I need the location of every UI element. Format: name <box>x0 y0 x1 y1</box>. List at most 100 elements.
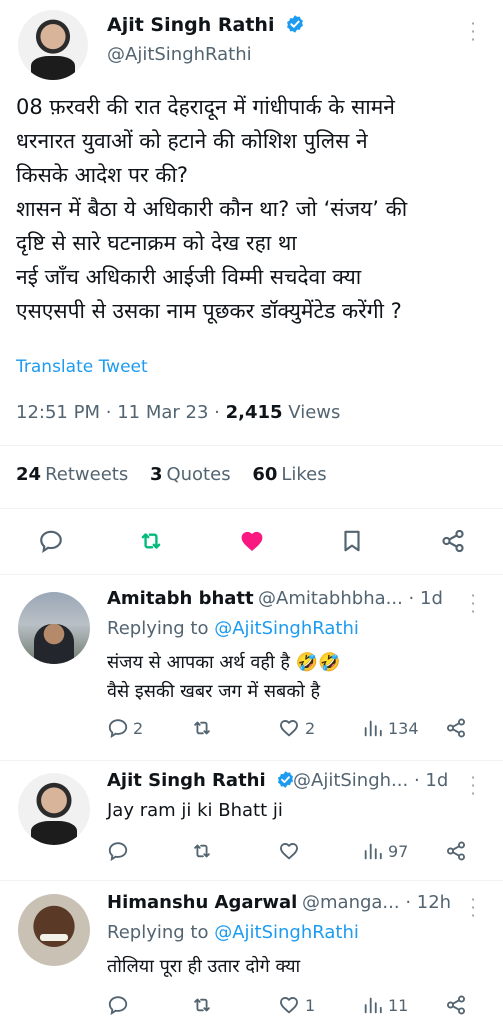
replying-to: Replying to @AjitSinghRathi <box>107 922 359 943</box>
views-count: 97 <box>388 841 409 861</box>
avatar[interactable] <box>18 894 90 966</box>
replying-to: Replying to @AjitSinghRathi <box>107 618 359 639</box>
reply-icon <box>40 530 62 554</box>
heart-icon <box>280 720 298 737</box>
tweet-date[interactable]: 11 Mar 23 <box>117 402 208 423</box>
reply-author-name[interactable]: Ajit Singh Rathi <box>107 770 295 791</box>
reply-text-line: तोलिया पूरा ही उतार दोगे क्या <box>107 956 301 977</box>
reply-button[interactable] <box>107 840 129 862</box>
heart-icon <box>280 843 298 860</box>
replying-to-mention[interactable]: @AjitSinghRathi <box>214 618 359 639</box>
like-button[interactable] <box>238 528 266 554</box>
reply-age[interactable]: · 1d <box>414 770 448 791</box>
like-count: 1 <box>305 995 316 1015</box>
quotes-count: 3 <box>149 464 163 485</box>
retweet-button[interactable] <box>190 994 214 1016</box>
views-count: 134 <box>388 718 419 738</box>
bookmark-button[interactable] <box>339 528 365 554</box>
share-icon <box>447 841 465 861</box>
replying-to-mention[interactable]: @AjitSinghRathi <box>214 922 359 943</box>
reply-icon <box>108 996 128 1016</box>
avatar[interactable] <box>18 10 88 80</box>
retweets-count: 24 <box>16 464 42 485</box>
tweet-stats: 24 Retweets 3 Quotes 60 Likes <box>16 464 327 485</box>
like-button[interactable]: 1 <box>277 994 315 1016</box>
reply-age[interactable]: · 12h <box>405 892 451 913</box>
tweet-text-line: 08 फ़रवरी की रात देहरादून में गांधीपार्क… <box>16 95 395 119</box>
share-button[interactable] <box>440 528 466 554</box>
reply-icon <box>108 842 128 862</box>
handle-text[interactable]: @Amitabhbha... <box>258 588 403 609</box>
reply-text-line: संजय से आपका अर्थ वही है 🤣🤣 <box>107 652 341 673</box>
tweet-text-line: दृष्टि से सारे घटनाक्रम को देख रहा था <box>16 231 297 255</box>
retweet-icon <box>194 844 210 858</box>
replying-prefix: Replying to <box>107 922 215 943</box>
more-options-icon[interactable]: · · · <box>470 892 476 924</box>
verified-badge-icon <box>287 15 304 33</box>
author-name-text: Ajit Singh Rathi <box>107 14 275 36</box>
avatar[interactable] <box>18 592 90 664</box>
views-bars-icon <box>364 997 382 1014</box>
heart-icon <box>280 997 298 1014</box>
share-button[interactable] <box>445 994 467 1016</box>
avatar[interactable] <box>18 773 90 845</box>
likes-label: Likes <box>281 464 327 485</box>
tweet-text-line: शासन में बैठा ये अधिकारी कौन था? जो ‘संज… <box>16 197 408 221</box>
reply-author-handle: @AjitSingh... · 1d <box>293 770 448 791</box>
reply-author-name[interactable]: Amitabh bhatt <box>107 588 254 609</box>
retweets-label: Retweets <box>45 464 129 485</box>
reply-button[interactable] <box>38 528 64 554</box>
views-bars-icon <box>364 843 382 860</box>
divider <box>0 574 503 575</box>
handle-text[interactable]: @manga... <box>302 892 400 913</box>
handle-text[interactable]: @AjitSingh... <box>293 770 408 791</box>
likes-stat[interactable]: 60 Likes <box>252 464 326 485</box>
translate-tweet-link[interactable]: Translate Tweet <box>16 357 148 377</box>
retweet-icon <box>141 533 161 549</box>
like-button[interactable]: 2 <box>277 717 315 739</box>
retweet-button[interactable] <box>190 840 214 862</box>
like-button[interactable] <box>277 840 301 862</box>
tweet-text-line: नई जाँच अधिकारी आईजी विम्मी सचदेवा क्या <box>16 265 362 289</box>
author-name[interactable]: Ajit Singh Rathi <box>107 14 305 36</box>
views-button[interactable]: 11 <box>362 994 408 1016</box>
tweet-text: 08 फ़रवरी की रात देहरादून में गांधीपार्क… <box>16 90 496 328</box>
views-bars-icon <box>364 720 382 737</box>
divider <box>0 760 503 761</box>
reply-age[interactable]: · 1d <box>409 588 443 609</box>
reply-text-line: Jay ram ji ki Bhatt ji <box>107 800 283 821</box>
like-count: 2 <box>305 718 316 738</box>
tweet-meta: 12:51 PM · 11 Mar 23 · 2,415 Views <box>16 402 340 423</box>
replying-prefix: Replying to <box>107 618 215 639</box>
share-button[interactable] <box>445 717 467 739</box>
meta-separator: · <box>214 402 220 423</box>
more-options-icon[interactable]: · · · <box>470 16 476 48</box>
reply-author-name[interactable]: Himanshu Agarwal <box>107 892 297 913</box>
retweets-stat[interactable]: 24 Retweets <box>16 464 128 485</box>
tweet-time[interactable]: 12:51 PM <box>16 402 100 423</box>
more-options-icon[interactable]: · · · <box>470 588 476 620</box>
tweet-text-line: एसएसपी से उसका नाम पूछकर डॉक्युमेंटेड कर… <box>16 299 402 323</box>
divider <box>0 508 503 509</box>
views-button[interactable]: 97 <box>362 840 408 862</box>
share-button[interactable] <box>445 840 467 862</box>
reply-text-line: वैसे इसकी खबर जग में सबको है <box>107 681 321 702</box>
more-options-icon[interactable]: · · · <box>470 770 476 802</box>
share-icon <box>447 995 465 1015</box>
meta-separator: · <box>105 402 112 423</box>
tweet-text-line: धरनारत युवाओं को हटाने की कोशिश पुलिस ने <box>16 129 368 153</box>
views-count: 11 <box>388 995 409 1015</box>
retweet-button[interactable] <box>137 528 165 554</box>
reply-button[interactable]: 2 <box>107 717 143 739</box>
quotes-label: Quotes <box>166 464 231 485</box>
reply-author-handle: @Amitabhbha... · 1d <box>258 588 443 609</box>
author-handle[interactable]: @AjitSinghRathi <box>107 44 252 65</box>
name-text: Ajit Singh Rathi <box>107 770 266 791</box>
retweet-button[interactable] <box>190 717 214 739</box>
likes-count: 60 <box>252 464 278 485</box>
reply-button[interactable] <box>107 994 129 1016</box>
divider <box>0 445 503 446</box>
quotes-stat[interactable]: 3 Quotes <box>150 464 231 485</box>
bookmark-icon <box>344 530 360 552</box>
views-button[interactable]: 134 <box>362 717 419 739</box>
